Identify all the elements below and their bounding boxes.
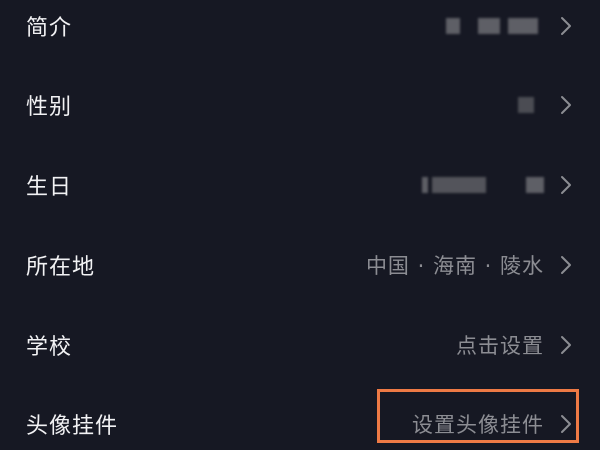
chevron-right-icon	[560, 95, 572, 115]
blurred-value-gender	[514, 97, 544, 113]
profile-edit-screen: 简介 性别 生日 所在地 中国 · 海南 · 陵水 学校 点击设置 头像挂件 设…	[0, 0, 600, 450]
row-label-bio: 简介	[26, 16, 73, 41]
profile-row-school[interactable]: 学校 点击设置	[0, 315, 600, 375]
row-value-avatar-pendant: 设置头像挂件	[412, 413, 544, 437]
row-value-school: 点击设置	[456, 334, 544, 358]
chevron-right-icon	[560, 414, 572, 434]
chevron-right-icon	[560, 16, 572, 36]
row-label-location: 所在地	[26, 255, 96, 280]
profile-row-birthday[interactable]: 生日	[0, 155, 600, 215]
blurred-value-bio	[446, 18, 544, 34]
row-value-location: 中国 · 海南 · 陵水	[365, 254, 544, 278]
profile-row-avatar-pendant[interactable]: 头像挂件 设置头像挂件	[0, 394, 600, 450]
profile-row-gender[interactable]: 性别	[0, 75, 600, 135]
row-label-gender: 性别	[26, 95, 73, 120]
chevron-right-icon	[560, 255, 572, 275]
blurred-value-birthday	[422, 177, 544, 193]
row-label-birthday: 生日	[26, 175, 73, 200]
profile-row-location[interactable]: 所在地 中国 · 海南 · 陵水	[0, 235, 600, 295]
row-label-school: 学校	[26, 335, 73, 360]
profile-row-bio[interactable]: 简介	[0, 0, 600, 56]
chevron-right-icon	[560, 175, 572, 195]
chevron-right-icon	[560, 335, 572, 355]
row-label-avatar-pendant: 头像挂件	[26, 414, 119, 439]
